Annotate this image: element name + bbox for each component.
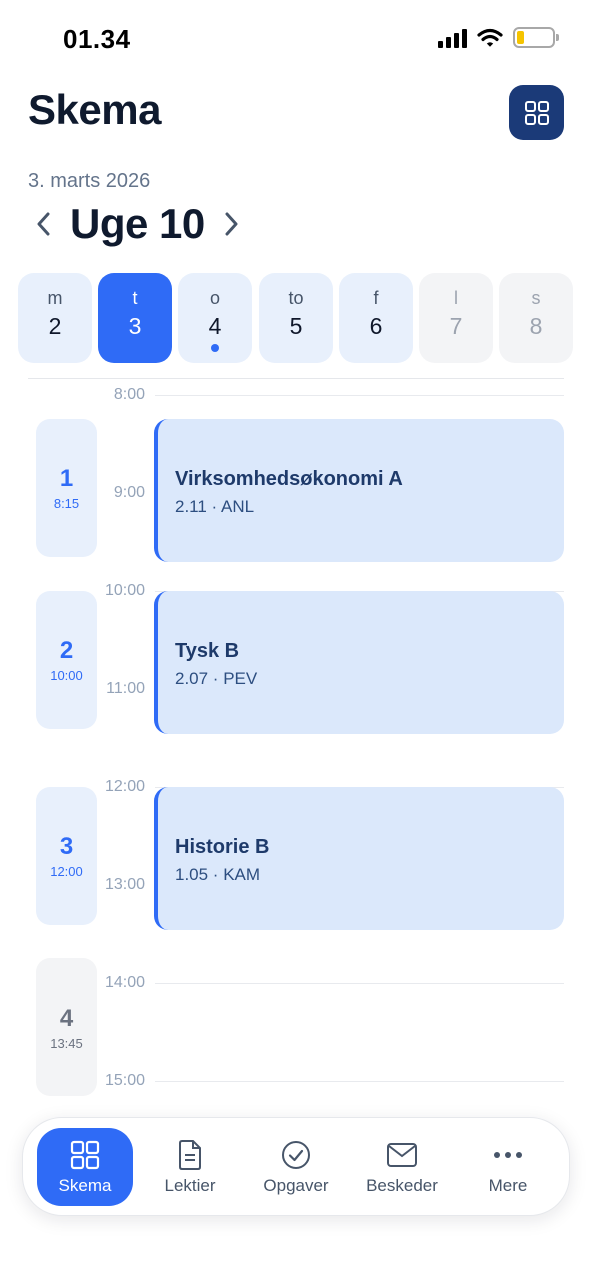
week-navigation: Uge 10: [28, 198, 247, 250]
battery-icon: [513, 27, 559, 48]
lesson-subject: Tysk B: [175, 640, 240, 662]
today-indicator-dot: [211, 344, 219, 352]
lesson-subject: Historie B: [175, 836, 270, 858]
day-name: m: [47, 288, 63, 308]
tab-mere[interactable]: Mere: [460, 1128, 556, 1206]
tab-label: Lektier: [164, 1176, 216, 1195]
day-tuesday[interactable]: t 3: [98, 273, 172, 363]
status-icons: [438, 27, 559, 48]
more-icon: [460, 1139, 556, 1171]
day-date: 5: [289, 313, 303, 339]
hour-label: 9:00: [113, 484, 145, 501]
period-number: 4: [59, 1005, 74, 1032]
tab-label: Beskeder: [366, 1176, 438, 1195]
chevron-right-icon: [225, 212, 238, 236]
day-date: 2: [48, 313, 62, 339]
period-badge: 3 12:00: [36, 787, 97, 925]
tab-label: Mere: [488, 1176, 528, 1195]
grid-icon: [524, 100, 549, 125]
hour-line: [155, 1081, 564, 1082]
period-time: 13:45: [50, 1036, 83, 1051]
next-week-button[interactable]: [217, 204, 247, 244]
chevron-left-icon: [37, 212, 50, 236]
lesson-room-teacher: 2.07 · PEV: [175, 669, 258, 688]
day-date: 8: [529, 313, 543, 339]
lesson-subject: Virksomhedsøkonomi A: [175, 468, 403, 490]
tab-label: Opgaver: [263, 1176, 329, 1195]
lesson-room-teacher: 1.05 · KAM: [175, 865, 261, 884]
day-name: to: [288, 288, 304, 308]
tab-skema[interactable]: Skema: [37, 1128, 133, 1206]
lesson-room-teacher: 2.11 · ANL: [175, 497, 255, 516]
day-date: 7: [449, 313, 463, 339]
grid-icon: [37, 1139, 133, 1171]
day-name: s: [531, 288, 541, 308]
day-name: o: [209, 288, 220, 308]
previous-week-button[interactable]: [28, 204, 58, 244]
hour-label: 8:00: [113, 386, 145, 403]
hour-line: [155, 395, 564, 396]
hour-label: 10:00: [104, 582, 145, 599]
day-date: 3: [128, 313, 142, 339]
tab-beskeder[interactable]: Beskeder: [354, 1128, 450, 1206]
hour-label: 11:00: [106, 680, 145, 697]
hour-label: 13:00: [104, 876, 145, 893]
divider: [28, 378, 564, 379]
day-date: 6: [369, 313, 383, 339]
day-name: f: [373, 288, 379, 308]
period-badge-empty: 4 13:45: [36, 958, 97, 1096]
mail-icon: [354, 1139, 450, 1171]
hour-label: 15:00: [104, 1072, 145, 1089]
day-wednesday[interactable]: o 4: [178, 273, 252, 363]
period-badge: 2 10:00: [36, 591, 97, 729]
lesson-card[interactable]: Historie B 1.05 · KAM: [154, 787, 564, 930]
day-monday[interactable]: m 2: [18, 273, 92, 363]
period-time: 12:00: [50, 864, 83, 879]
day-friday[interactable]: f 6: [339, 273, 413, 363]
day-name: l: [454, 288, 458, 308]
page-title: Skema: [28, 86, 161, 133]
tab-lektier[interactable]: Lektier: [142, 1128, 238, 1206]
day-sunday[interactable]: s 8: [499, 273, 573, 363]
period-number: 3: [59, 833, 74, 860]
document-icon: [142, 1139, 238, 1171]
period-badge: 1 8:15: [36, 419, 97, 557]
day-name: t: [132, 288, 138, 308]
week-title: Uge 10: [70, 200, 205, 247]
lesson-card[interactable]: Virksomhedsøkonomi A 2.11 · ANL: [154, 419, 564, 562]
day-date: 4: [208, 313, 222, 339]
day-saturday[interactable]: l 7: [419, 273, 493, 363]
hour-label: 12:00: [104, 778, 145, 795]
check-circle-icon: [248, 1139, 344, 1171]
tab-opgaver[interactable]: Opgaver: [248, 1128, 344, 1206]
grid-view-button[interactable]: [509, 85, 564, 140]
hour-line: [155, 983, 564, 984]
status-time: 01.34: [63, 24, 131, 54]
day-thursday[interactable]: to 5: [259, 273, 333, 363]
period-number: 1: [59, 465, 74, 492]
lesson-card[interactable]: Tysk B 2.07 · PEV: [154, 591, 564, 734]
date-label: 3. marts 2026: [28, 170, 151, 192]
status-bar: 01.34: [0, 0, 591, 80]
period-number: 2: [59, 637, 74, 664]
hour-label: 14:00: [104, 974, 145, 991]
period-time: 10:00: [50, 668, 83, 683]
cellular-signal-icon: [438, 28, 467, 48]
day-strip: m 2 t 3 o 4 to 5 f 6 l 7 s 8: [18, 273, 573, 363]
tab-label: Skema: [58, 1176, 112, 1195]
wifi-icon: [477, 28, 503, 47]
bottom-tab-bar: Skema Lektier Opgaver Beskeder Mere: [22, 1117, 570, 1216]
period-time: 8:15: [53, 496, 80, 511]
